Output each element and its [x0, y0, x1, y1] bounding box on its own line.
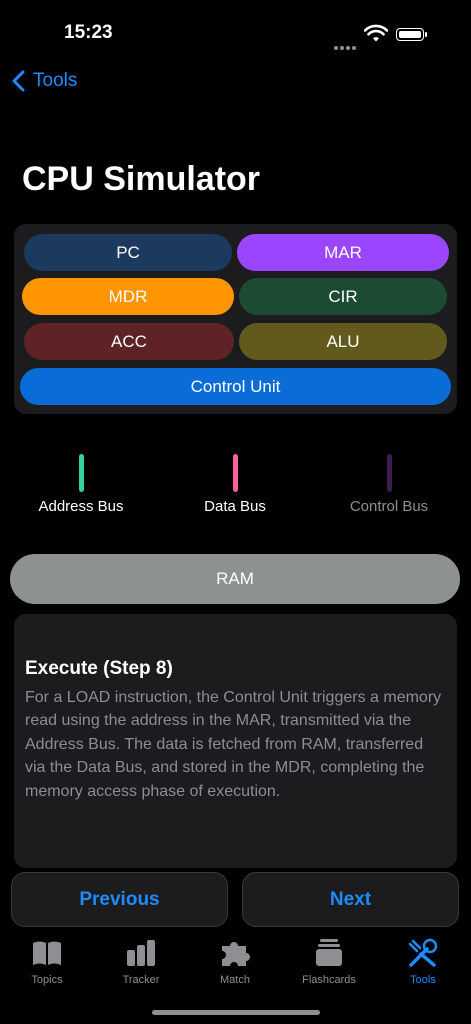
- step-description: For a LOAD instruction, the Control Unit…: [25, 689, 442, 800]
- next-button[interactable]: Next: [242, 872, 459, 927]
- register-cir: CIR: [239, 278, 447, 315]
- cards-stack-icon: [316, 939, 342, 966]
- data-bus-label: Data Bus: [204, 498, 266, 515]
- tab-tools[interactable]: Tools: [376, 938, 470, 986]
- register-panel: PC MAR MDR CIR ACC ALU Control Unit: [14, 224, 457, 414]
- control-bus-label: Control Bus: [349, 498, 429, 515]
- bar-chart-icon: [127, 940, 155, 966]
- tools-icon: [408, 938, 438, 967]
- tab-label: Match: [220, 974, 250, 986]
- status-time: 15:23: [64, 22, 113, 43]
- data-bus-indicator: [233, 454, 238, 492]
- tab-label: Topics: [31, 974, 63, 986]
- tab-label: Flashcards: [302, 974, 356, 986]
- book-icon: [33, 941, 61, 965]
- ram-block: RAM: [10, 554, 460, 604]
- register-mar: MAR: [237, 234, 449, 271]
- back-button[interactable]: Tools: [12, 70, 77, 92]
- register-mdr: MDR: [22, 278, 234, 315]
- tab-topics[interactable]: Topics: [0, 938, 94, 986]
- step-title: Execute (Step 8): [25, 658, 173, 679]
- step-explanation-card: Execute (Step 8) For a LOAD instruction,…: [14, 614, 457, 868]
- puzzle-icon: [222, 942, 250, 966]
- tab-label: Tracker: [122, 974, 160, 986]
- previous-button[interactable]: Previous: [11, 872, 228, 927]
- register-pc: PC: [24, 234, 232, 271]
- address-bus-label: Address Bus: [38, 498, 124, 515]
- battery-icon: [396, 28, 427, 41]
- wifi-icon: [364, 24, 388, 42]
- signal-dots-icon: [334, 37, 358, 55]
- page-title: CPU Simulator: [22, 160, 261, 198]
- home-indicator: [152, 1010, 320, 1015]
- address-bus-indicator: [79, 454, 84, 492]
- tab-flashcards[interactable]: Flashcards: [282, 938, 376, 986]
- back-label: Tools: [33, 70, 78, 91]
- tab-match[interactable]: Match: [188, 938, 282, 986]
- control-bus-indicator: [387, 454, 392, 492]
- tab-label: Tools: [410, 974, 436, 986]
- tab-tracker[interactable]: Tracker: [94, 938, 188, 986]
- chevron-left-icon: [12, 70, 25, 92]
- register-acc: ACC: [24, 323, 234, 360]
- register-alu: ALU: [239, 323, 447, 360]
- control-unit: Control Unit: [20, 368, 451, 405]
